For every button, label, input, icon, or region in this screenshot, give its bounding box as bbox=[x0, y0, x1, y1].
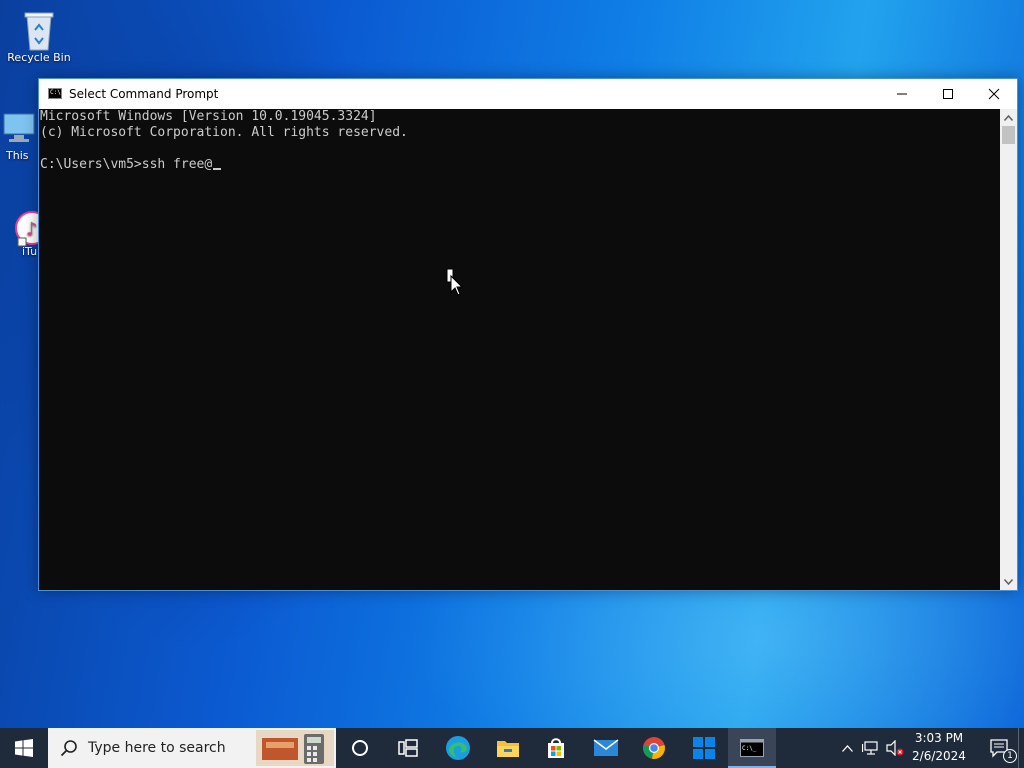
command-prompt-window[interactable]: C:\ Select Command Prompt Microsoft Wind… bbox=[38, 78, 1018, 591]
chrome-icon bbox=[643, 737, 665, 759]
task-view-icon bbox=[398, 739, 418, 757]
cortana-icon bbox=[352, 740, 368, 756]
file-explorer-icon bbox=[497, 741, 519, 757]
cortana-button[interactable] bbox=[336, 728, 384, 768]
taskbar-microsoft-store[interactable] bbox=[532, 728, 580, 768]
notification-count-badge: 1 bbox=[1003, 749, 1017, 763]
search-icon bbox=[60, 740, 77, 757]
title-bar[interactable]: C:\ Select Command Prompt bbox=[39, 79, 1017, 109]
edge-icon bbox=[446, 736, 470, 760]
console-output[interactable]: Microsoft Windows [Version 10.0.19045.33… bbox=[39, 109, 1000, 590]
search-highlight-image bbox=[256, 730, 334, 766]
taskbar-chrome[interactable] bbox=[630, 728, 678, 768]
minimize-button[interactable] bbox=[879, 79, 925, 109]
search-placeholder: Type here to search bbox=[88, 740, 226, 756]
volume-muted-icon bbox=[886, 740, 904, 756]
taskbar-command-prompt[interactable]: C:\_ bbox=[728, 728, 776, 768]
svg-text:♪: ♪ bbox=[26, 219, 38, 240]
text-cursor bbox=[213, 168, 222, 170]
show-hidden-icons-button[interactable] bbox=[836, 728, 858, 768]
maximize-icon bbox=[943, 89, 953, 99]
taskbar-file-explorer[interactable] bbox=[484, 728, 532, 768]
mail-icon bbox=[593, 739, 619, 756]
console-line: (c) Microsoft Corporation. All rights re… bbox=[40, 125, 408, 140]
start-button[interactable] bbox=[0, 728, 48, 768]
console-line: Microsoft Windows [Version 10.0.19045.33… bbox=[40, 109, 377, 124]
desktop-icon-label: Recycle Bin bbox=[7, 51, 71, 64]
microsoft-store-icon bbox=[548, 738, 564, 758]
chevron-up-icon bbox=[1004, 114, 1013, 121]
network-icon bbox=[862, 741, 878, 755]
taskbar-start-tiles[interactable] bbox=[680, 728, 728, 768]
task-view-button[interactable] bbox=[384, 728, 432, 768]
this-pc-icon bbox=[0, 108, 38, 148]
chevron-up-icon bbox=[841, 744, 853, 752]
start-icon bbox=[15, 739, 33, 757]
console-prompt-line: C:\Users\vm5>ssh free@ bbox=[40, 157, 222, 173]
console-command: C:\Users\vm5>ssh free@ bbox=[40, 157, 213, 172]
clock-date: 2/6/2024 bbox=[912, 749, 966, 763]
close-icon bbox=[988, 88, 1000, 100]
scroll-up-button[interactable] bbox=[1000, 109, 1017, 126]
clock-time: 3:03 PM bbox=[914, 731, 964, 745]
close-button[interactable] bbox=[971, 79, 1017, 109]
mouse-pointer-icon bbox=[446, 268, 464, 300]
command-prompt-icon: C:\ bbox=[48, 88, 62, 99]
recycle-bin-icon bbox=[19, 8, 59, 51]
taskbar: Type here to search C:\_ 3:03 PM 2/6/202… bbox=[0, 728, 1024, 768]
desktop-icon-recycle-bin[interactable]: Recycle Bin bbox=[1, 8, 77, 64]
maximize-button[interactable] bbox=[925, 79, 971, 109]
svg-text:C:\_: C:\_ bbox=[742, 745, 757, 752]
chevron-down-icon bbox=[1004, 578, 1013, 585]
taskbar-search-box[interactable]: Type here to search bbox=[48, 728, 336, 768]
minimize-icon bbox=[897, 93, 907, 95]
network-button[interactable] bbox=[860, 728, 882, 768]
volume-button[interactable] bbox=[884, 728, 906, 768]
command-prompt-icon: C:\_ bbox=[740, 739, 764, 757]
window-title: Select Command Prompt bbox=[69, 87, 219, 101]
notification-count: 1 bbox=[1007, 751, 1013, 761]
taskbar-mail[interactable] bbox=[582, 728, 630, 768]
action-center-button[interactable]: 1 bbox=[976, 728, 1024, 768]
vertical-scrollbar[interactable] bbox=[1000, 109, 1017, 590]
start-tiles-icon bbox=[693, 737, 715, 759]
taskbar-edge[interactable] bbox=[434, 728, 482, 768]
scroll-thumb[interactable] bbox=[1002, 126, 1015, 144]
show-desktop-button[interactable] bbox=[1018, 728, 1024, 768]
clock[interactable]: 3:03 PM 2/6/2024 bbox=[908, 728, 970, 768]
scroll-down-button[interactable] bbox=[1000, 573, 1017, 590]
